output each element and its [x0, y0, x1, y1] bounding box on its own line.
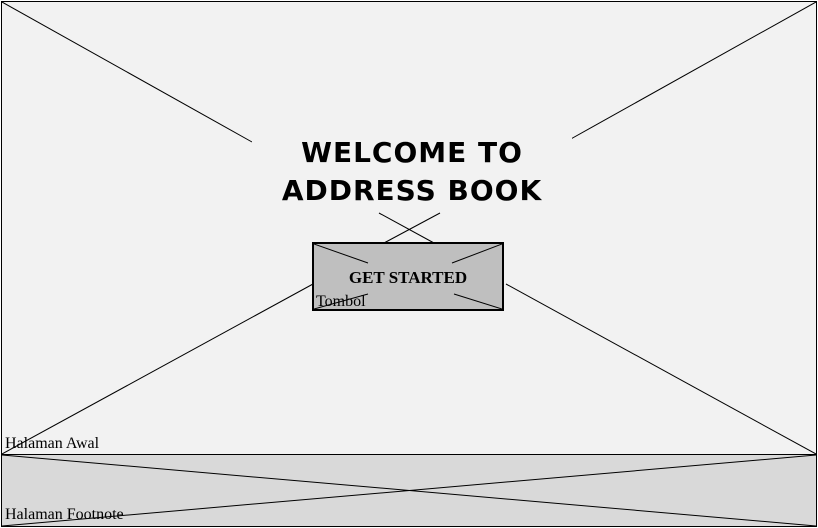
footer-cross-lines [2, 455, 816, 526]
cross-line-top-left [2, 2, 253, 143]
placeholder-cross-lines [2, 2, 816, 454]
get-started-button[interactable]: GET STARTED Tombol [312, 242, 504, 311]
welcome-title-line-2: ADDRESS BOOK [281, 174, 543, 207]
cross-line-top-right [568, 2, 816, 141]
get-started-button-label: GET STARTED [348, 268, 468, 287]
cross-line-center-b [383, 212, 441, 244]
cross-line-bottom-right [505, 283, 816, 454]
welcome-title: WELCOME TO ADDRESS BOOK [252, 132, 572, 212]
home-frame-label: Halaman Awal [5, 435, 100, 452]
home-page-frame: WELCOME TO ADDRESS BOOK Halaman Awal [1, 1, 817, 455]
welcome-title-line-1: WELCOME TO [301, 136, 523, 169]
cross-line-bottom-left [2, 283, 314, 454]
footnote-frame: Halaman Footnote [1, 454, 817, 527]
footnote-frame-label: Halaman Footnote [5, 506, 124, 523]
cross-line-center-a [378, 212, 435, 244]
button-annotation-label: Tombol [316, 293, 366, 310]
